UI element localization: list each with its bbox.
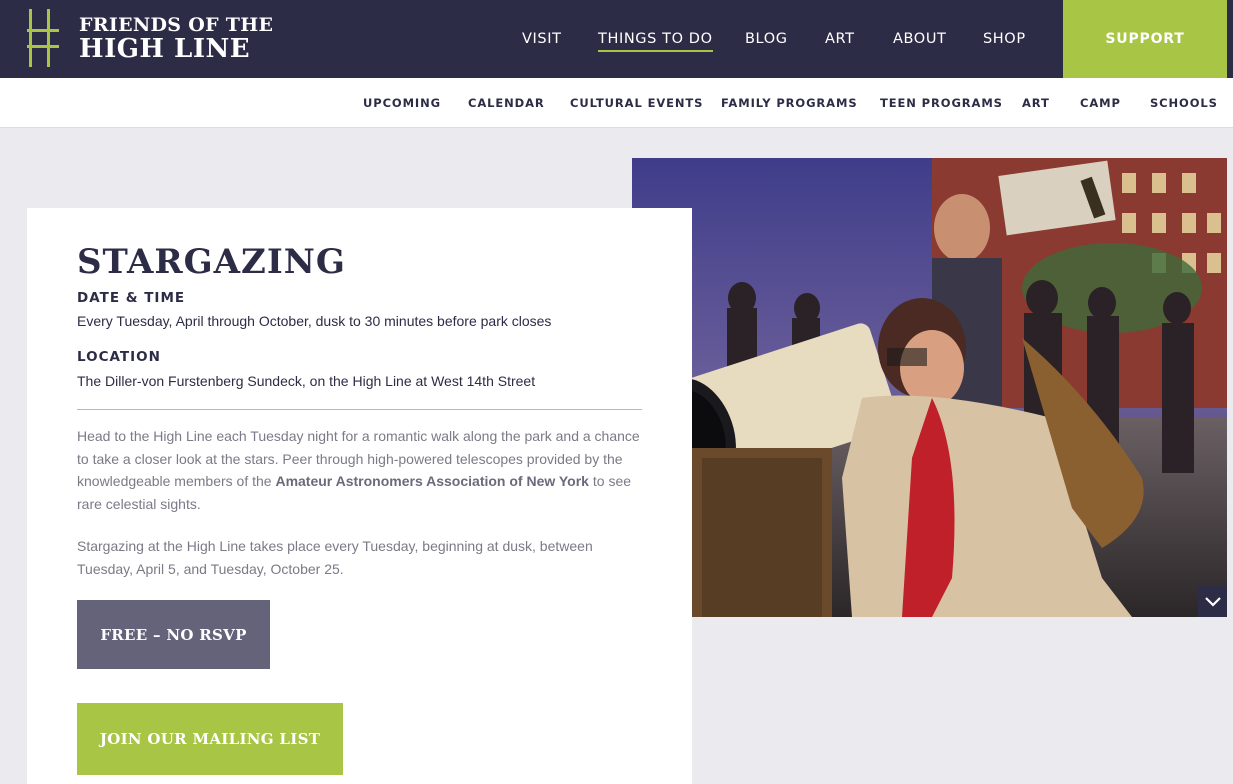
nav-art[interactable]: ART <box>825 31 855 47</box>
event-title: STARGAZING <box>77 242 346 282</box>
subnav-upcoming[interactable]: UPCOMING <box>363 96 441 110</box>
header-edge <box>1227 0 1233 78</box>
subnav-camp[interactable]: CAMP <box>1080 96 1121 110</box>
astronomers-association-link[interactable]: Amateur Astronomers Association of New Y… <box>275 473 589 489</box>
date-time-label: DATE & TIME <box>77 290 186 306</box>
nav-blog[interactable]: BLOG <box>745 31 788 47</box>
join-mailing-list-button[interactable]: JOIN OUR MAILING LIST <box>77 703 343 775</box>
nav-about[interactable]: ABOUT <box>893 31 947 47</box>
subnav-art[interactable]: ART <box>1022 96 1050 110</box>
subnav-schools[interactable]: SCHOOLS <box>1150 96 1218 110</box>
location-label: LOCATION <box>77 349 161 365</box>
subnav-teen-programs[interactable]: TEEN PROGRAMS <box>880 96 1003 110</box>
sub-nav: UPCOMING CALENDAR CULTURAL EVENTS FAMILY… <box>0 78 1233 128</box>
event-schedule-text: Stargazing at the High Line takes place … <box>77 538 593 577</box>
divider <box>77 409 642 410</box>
scroll-down-chevron-icon[interactable] <box>1198 586 1227 617</box>
nav-things-to-do[interactable]: THINGS TO DO <box>598 31 713 52</box>
nav-shop[interactable]: SHOP <box>983 31 1026 47</box>
location-value: The Diller-von Furstenberg Sundeck, on t… <box>77 373 536 389</box>
main-nav: VISIT THINGS TO DO BLOG ART ABOUT SHOP <box>0 0 1063 78</box>
support-button[interactable]: SUPPORT <box>1063 0 1227 78</box>
event-photo <box>632 158 1227 617</box>
top-header: FRIENDS OF THE HIGH LINE VISIT THINGS TO… <box>0 0 1233 78</box>
subnav-calendar[interactable]: CALENDAR <box>468 96 545 110</box>
date-time-value: Every Tuesday, April through October, du… <box>77 313 552 329</box>
free-no-rsvp-button[interactable]: FREE – NO RSVP <box>77 600 270 669</box>
subnav-cultural-events[interactable]: CULTURAL EVENTS <box>570 96 703 110</box>
nav-visit[interactable]: VISIT <box>522 31 562 47</box>
event-description: Head to the High Line each Tuesday night… <box>77 425 647 515</box>
subnav-family-programs[interactable]: FAMILY PROGRAMS <box>721 96 858 110</box>
